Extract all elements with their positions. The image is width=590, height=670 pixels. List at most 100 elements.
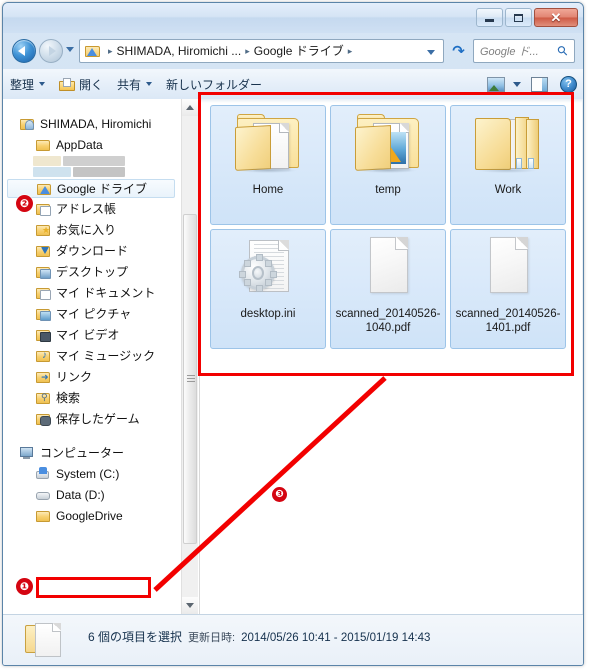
refresh-button[interactable]: ↷ — [448, 40, 469, 62]
sidebar-item-googledrive[interactable]: GoogleDrive — [5, 505, 183, 526]
sidebar-item-links[interactable]: ➜ リンク — [5, 366, 183, 387]
search-box[interactable]: Google ド... ⚲ — [473, 39, 575, 63]
saved-games-folder-icon — [35, 412, 51, 426]
close-button[interactable]: ✕ — [534, 8, 578, 27]
sidebar-item-computer[interactable]: コンピューター — [5, 442, 183, 463]
open-label: 開く — [79, 77, 104, 92]
folder-icon — [35, 509, 51, 523]
folder-icon — [35, 138, 51, 152]
maximize-button[interactable] — [505, 8, 532, 27]
sidebar-item-label: 保存したゲーム — [56, 411, 140, 426]
recent-pages-chevron-down-icon[interactable] — [66, 47, 74, 52]
sidebar-item-label: System (C:) — [56, 466, 120, 481]
sidebar-item-desktop[interactable]: デスクトップ — [5, 261, 183, 282]
address-bar-row: ▸ SHIMADA, Hiromichi ... ▸ Google ドライブ ▸… — [3, 33, 583, 69]
sidebar-item-appdata[interactable]: AppData — [5, 134, 183, 155]
user-folder-icon — [19, 117, 35, 131]
contacts-folder-icon — [35, 202, 51, 216]
minimize-icon — [485, 19, 494, 22]
modified-date-label: 更新日時: — [188, 632, 236, 644]
status-text: 6 個の項目を選択 更新日時: 2014/05/26 10:41 - 2015/… — [88, 628, 430, 645]
scroll-down-button[interactable] — [182, 597, 198, 614]
preview-pane-icon[interactable] — [531, 76, 548, 92]
google-drive-folder-icon — [36, 182, 52, 196]
forward-arrow-icon — [49, 46, 56, 56]
chevron-up-icon — [186, 105, 194, 110]
refresh-icon: ↷ — [452, 43, 465, 60]
open-button[interactable]: 開く — [52, 73, 110, 95]
system-drive-icon — [35, 466, 51, 481]
selected-count-label: 6 個の項目を選択 — [88, 630, 183, 644]
sidebar-item-label: アドレス帳 — [56, 201, 117, 216]
breadcrumb-separator: ▸ — [108, 45, 113, 56]
chevron-down-icon — [186, 603, 194, 608]
sidebar-item-my-music[interactable]: ♪ マイ ミュージック — [5, 345, 183, 366]
sidebar-item-data-d[interactable]: Data (D:) — [5, 484, 183, 505]
sidebar-item-label: デスクトップ — [56, 264, 129, 279]
close-icon: ✕ — [550, 10, 562, 25]
sidebar-item-label: マイ ピクチャ — [56, 306, 132, 321]
sidebar-item-label: GoogleDrive — [56, 508, 123, 523]
sidebar-item-shimada-hiromichi[interactable]: SHIMADA, Hiromichi — [5, 113, 183, 134]
sidebar-item-label: お気に入り — [56, 222, 117, 237]
sidebar-item-label: SHIMADA, Hiromichi — [40, 116, 152, 131]
share-button[interactable]: 共有 — [110, 73, 159, 95]
breadcrumb-item-0[interactable]: SHIMADA, Hiromichi ... — [117, 44, 242, 58]
sidebar-item-searches[interactable]: ⚲ 検索 — [5, 387, 183, 408]
view-chevron-down-icon[interactable] — [513, 81, 521, 87]
sidebar-item-label: ダウンロード — [56, 243, 129, 258]
status-bar: 6 個の項目を選択 更新日時: 2014/05/26 10:41 - 2015/… — [3, 614, 583, 665]
breadcrumb-separator: ▸ — [245, 45, 250, 56]
sidebar-item-google-drive[interactable]: Google ドライブ — [7, 179, 175, 198]
sidebar-item-my-videos[interactable]: マイ ビデオ — [5, 324, 183, 345]
scroll-up-button[interactable] — [182, 99, 198, 116]
breadcrumb-item-1[interactable]: Google ドライブ — [254, 44, 344, 58]
google-drive-icon — [85, 44, 101, 58]
annotation-badge-3: ❸ — [272, 487, 287, 502]
view-layout-icon[interactable] — [487, 76, 505, 92]
sidebar-item-label: Data (D:) — [56, 487, 105, 502]
annotation-box-content-area — [198, 92, 574, 376]
search-input[interactable]: Google ド... — [480, 43, 558, 59]
annotation-badge-1: ❶ — [16, 578, 33, 595]
drive-icon — [35, 488, 51, 502]
status-file-icon — [25, 623, 63, 663]
address-chevron-down-icon[interactable] — [427, 50, 435, 55]
sidebar-item-label: マイ ビデオ — [56, 327, 120, 342]
back-button[interactable] — [12, 39, 36, 63]
minimize-button[interactable] — [476, 8, 503, 27]
toolbar-right-group: ? — [487, 75, 583, 93]
organize-button[interactable]: 整理 — [3, 73, 52, 95]
content-right-edge — [582, 99, 583, 614]
sidebar-item-saved-games[interactable]: 保存したゲーム — [5, 408, 183, 429]
maximize-icon — [514, 13, 523, 22]
links-folder-icon: ➜ — [35, 370, 51, 384]
forward-button[interactable] — [39, 39, 63, 63]
open-folder-icon — [59, 77, 76, 91]
chevron-down-icon — [146, 82, 153, 86]
annotation-box-googledrive — [36, 577, 151, 598]
organize-label: 整理 — [10, 77, 35, 92]
sidebar-item-system-c[interactable]: System (C:) — [5, 463, 183, 484]
sidebar-item-label: マイ ミュージック — [56, 348, 156, 363]
help-icon[interactable]: ? — [560, 75, 577, 93]
sidebar-item-my-pictures[interactable]: マイ ピクチャ — [5, 303, 183, 324]
annotation-badge-2: ❷ — [16, 195, 33, 212]
title-bar: ✕ — [3, 3, 583, 33]
scrollbar-thumb[interactable] — [183, 214, 197, 544]
sidebar-item-my-documents[interactable]: マイ ドキュメント — [5, 282, 183, 303]
videos-folder-icon — [35, 328, 51, 342]
sidebar-item-favorites[interactable]: ★ お気に入り — [5, 219, 183, 240]
chevron-down-icon — [39, 82, 46, 86]
music-folder-icon: ♪ — [35, 349, 51, 363]
favorites-folder-icon: ★ — [35, 223, 51, 237]
downloads-folder-icon — [35, 244, 51, 258]
address-input[interactable]: ▸ SHIMADA, Hiromichi ... ▸ Google ドライブ ▸ — [79, 39, 444, 63]
sidebar-item-redacted[interactable] — [5, 155, 183, 179]
navigation-scrollbar[interactable] — [181, 99, 198, 614]
sidebar-item-downloads[interactable]: ダウンロード — [5, 240, 183, 261]
sidebar-item-label: リンク — [56, 369, 93, 384]
sidebar-item-label: AppData — [56, 137, 103, 152]
breadcrumb-separator: ▸ — [347, 45, 353, 56]
back-arrow-icon — [18, 46, 25, 56]
